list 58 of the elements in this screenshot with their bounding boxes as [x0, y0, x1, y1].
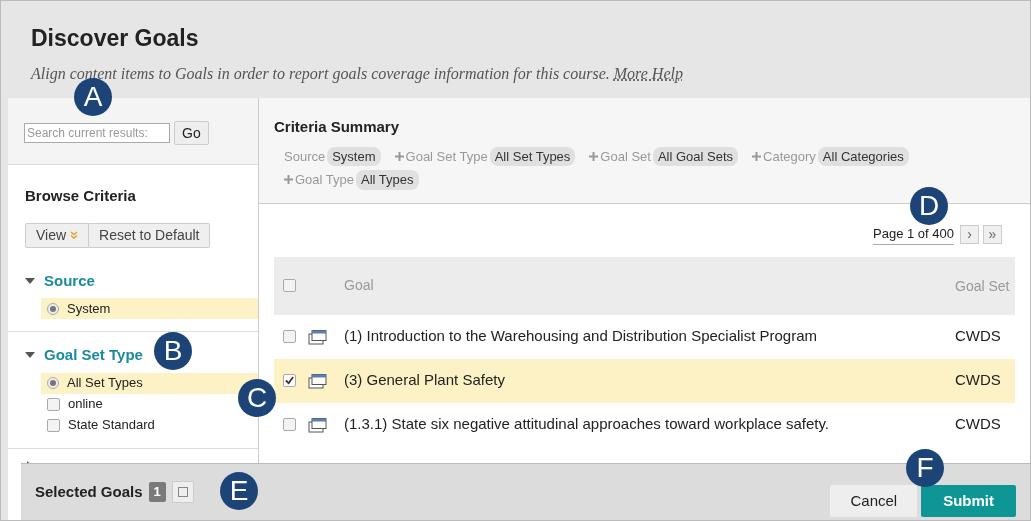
row-checkbox[interactable]: [283, 418, 296, 431]
column-header: Goal Set: [955, 276, 1011, 295]
page-title: Discover Goals: [31, 24, 200, 53]
goal-cell-text: (1.3.1) State six negative attitudinal approaches toward workplace safety.: [344, 414, 830, 435]
filter-value-tag: All Categories: [817, 146, 909, 166]
column-header: Goal: [344, 276, 375, 295]
goal-cell-text: (1) Introduction to the Warehousing and Distribution Specialist Program: [344, 326, 818, 347]
filter-label: Goal Set Type: [405, 147, 488, 166]
cancel-button[interactable]: Cancel: [830, 485, 918, 517]
goal-row[interactable]: (3) General Plant Safety CWDS: [274, 358, 1015, 403]
goal-cell-text: (3) General Plant Safety: [344, 370, 506, 391]
more-help-link[interactable]: More Help: [613, 64, 683, 82]
goal-row[interactable]: (1.3.1) State six negative attitudinal approaches toward workplace safety. CWDS: [274, 402, 1015, 447]
goal-row[interactable]: (1) Introduction to the Warehousing and Distribution Specialist Program CWDS: [274, 314, 1015, 359]
row-checkbox[interactable]: [283, 330, 296, 343]
option-checkbox[interactable]: [47, 418, 60, 432]
radio-button[interactable]: [47, 302, 59, 315]
filter-value-tag: All Types: [356, 170, 419, 190]
expanded-triangle-icon[interactable]: [24, 275, 36, 286]
criteria-option[interactable]: online: [41, 393, 107, 415]
goal-set-cell-text: CWDS: [955, 370, 1002, 391]
radio-button[interactable]: [47, 377, 59, 389]
criteria-option[interactable]: System: [41, 298, 258, 319]
criteria-section-title[interactable]: Source: [44, 269, 95, 292]
window-stack-icon: [308, 372, 328, 389]
plus-icon[interactable]: [589, 151, 599, 161]
reset-button[interactable]: Reset to Default: [89, 222, 211, 248]
selected-goals-label: Selected Goals: [35, 481, 143, 502]
next-page-button[interactable]: ›: [960, 224, 979, 244]
select-all-checkbox[interactable]: [283, 279, 296, 292]
filter-label: Source: [284, 147, 326, 166]
filter-value-tag: All Goal Sets: [652, 146, 739, 166]
last-page-button[interactable]: »: [983, 224, 1002, 244]
plus-icon[interactable]: [394, 151, 404, 161]
criteria-option[interactable]: State Standard: [41, 414, 159, 436]
view-button[interactable]: View: [25, 222, 90, 248]
goal-set-cell-text: CWDS: [955, 414, 1002, 435]
selected-count-badge: 1: [148, 482, 166, 502]
criteria-section-title[interactable]: Goal Set Type: [44, 344, 143, 367]
window-stack-icon: [308, 328, 328, 345]
submit-button[interactable]: Submit: [921, 485, 1016, 517]
option-checkbox[interactable]: [47, 397, 60, 411]
row-checkbox[interactable]: [283, 374, 296, 387]
filter-value-tag: All Set Types: [489, 146, 576, 166]
filter-label: Goal Type: [295, 171, 355, 189]
go-button[interactable]: Go: [174, 121, 209, 145]
filter-label: Category: [763, 147, 816, 166]
goal-set-cell-text: CWDS: [955, 326, 1002, 347]
toggle-square-button[interactable]: [171, 481, 194, 503]
browse-criteria-title: Browse Criteria: [24, 186, 137, 206]
filter-label: Goal Set: [600, 147, 651, 166]
double-chevron-down-icon: [70, 231, 79, 239]
plus-icon[interactable]: [752, 151, 762, 161]
criteria-summary-title: Criteria Summary: [274, 117, 401, 137]
window-stack-icon: [308, 416, 328, 433]
search-field[interactable]: Search current results:: [24, 123, 170, 143]
filter-value-tag: System: [327, 146, 381, 166]
plus-icon[interactable]: [284, 175, 293, 185]
